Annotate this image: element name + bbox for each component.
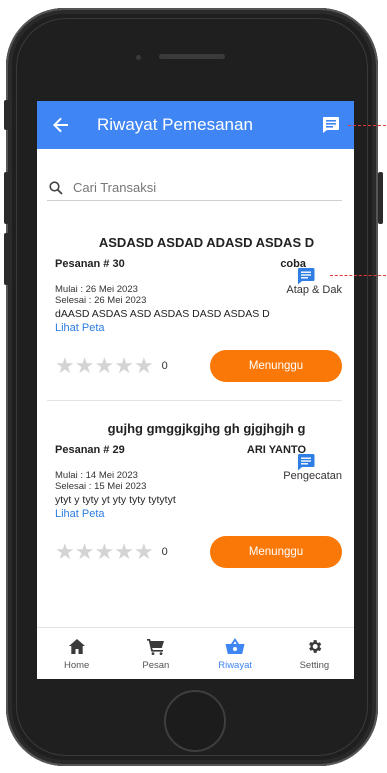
message-icon[interactable] <box>296 267 316 285</box>
order-end-date: Selesai : 15 Mei 2023 <box>55 481 147 492</box>
status-button[interactable]: Menunggu <box>210 350 342 382</box>
app-bar: Riwayat Pemesanan <box>37 101 354 149</box>
nav-label: Home <box>63 659 90 671</box>
order-dates-row: Mulai : 26 Mei 2023 Selesai : 26 Mei 202… <box>55 284 342 306</box>
message-icon[interactable] <box>320 114 342 136</box>
star-icon[interactable]: ★ <box>94 541 114 563</box>
order-card[interactable]: gujhg gmggjkgjhg gh gjgjhgjh g Pesanan #… <box>37 421 354 568</box>
order-category: Atap & Dak <box>286 284 342 296</box>
order-description: ytyt y tyty yt yty tyty tytytyt <box>55 494 176 506</box>
order-number: Pesanan # 29 <box>55 444 125 456</box>
phone-home-button[interactable] <box>164 690 226 752</box>
star-icon[interactable]: ★ <box>55 541 75 563</box>
phone-camera <box>136 55 141 60</box>
star-icon[interactable]: ★ <box>134 541 154 563</box>
nav-item-pesan[interactable]: Pesan <box>126 637 186 671</box>
home-icon <box>66 637 88 657</box>
order-card[interactable]: ASDASD ASDAD ADASD ASDAS D Pesanan # 30 … <box>37 235 354 382</box>
nav-item-riwayat[interactable]: Riwayat <box>205 637 265 671</box>
bottom-navigation: Home Pesan Riwayat Setting <box>37 627 354 679</box>
order-start-date: Mulai : 26 Mei 2023 <box>55 284 138 295</box>
app-screen: Riwayat Pemesanan ASDASD ASDAD ADASD ASD… <box>37 101 354 679</box>
nav-item-setting[interactable]: Setting <box>284 637 344 671</box>
order-title: gujhg gmggjkgjhg gh gjgjhgjh g <box>107 421 306 436</box>
gear-icon <box>303 637 325 657</box>
phone-volume-up <box>4 172 9 224</box>
order-title: ASDASD ASDAD ADASD ASDAS D <box>98 235 315 250</box>
phone-power-button <box>378 172 383 224</box>
order-dates-row: Mulai : 14 Mei 2023 Selesai : 15 Mei 202… <box>55 470 342 492</box>
nav-label: Pesan <box>142 659 170 671</box>
rating-stars[interactable]: ★ ★ ★ ★ ★ 0 <box>55 355 168 377</box>
star-icon[interactable]: ★ <box>55 355 75 377</box>
order-category: Pengecatan <box>283 470 342 482</box>
nav-item-home[interactable]: Home <box>47 637 107 671</box>
view-map-link[interactable]: Lihat Peta <box>55 508 342 520</box>
order-dates: Mulai : 14 Mei 2023 Selesai : 15 Mei 202… <box>55 470 146 492</box>
phone-volume-down <box>4 233 9 285</box>
order-footer: ★ ★ ★ ★ ★ 0 Menunggu <box>55 536 342 568</box>
star-icon[interactable]: ★ <box>75 541 95 563</box>
phone-speaker <box>159 54 225 59</box>
search-icon <box>47 179 65 197</box>
page-title: Riwayat Pemesanan <box>97 115 253 134</box>
search-input[interactable] <box>73 180 342 195</box>
status-button[interactable]: Menunggu <box>210 536 342 568</box>
star-icon[interactable]: ★ <box>134 355 154 377</box>
star-icon[interactable]: ★ <box>114 541 134 563</box>
search-bar <box>47 175 342 201</box>
annotation-line <box>348 125 386 126</box>
view-map-link[interactable]: Lihat Peta <box>55 322 342 334</box>
rating-count: 0 <box>161 546 168 558</box>
basket-icon <box>224 637 246 657</box>
nav-label: Riwayat <box>218 659 253 671</box>
phone-mute-switch <box>4 100 9 130</box>
order-description: dAASD ASDAS ASD ASDAS DASD ASDAS D <box>55 308 270 320</box>
order-footer: ★ ★ ★ ★ ★ 0 Menunggu <box>55 350 342 382</box>
order-number: Pesanan # 30 <box>55 258 125 270</box>
rating-count: 0 <box>161 360 168 372</box>
star-icon[interactable]: ★ <box>94 355 114 377</box>
card-divider <box>47 400 342 401</box>
star-icon[interactable]: ★ <box>75 355 95 377</box>
order-end-date: Selesai : 26 Mei 2023 <box>55 295 147 306</box>
order-start-date: Mulai : 14 Mei 2023 <box>55 470 138 481</box>
cart-icon <box>145 637 167 657</box>
annotation-line <box>330 275 386 276</box>
star-icon[interactable]: ★ <box>114 355 134 377</box>
rating-stars[interactable]: ★ ★ ★ ★ ★ 0 <box>55 541 168 563</box>
nav-label: Setting <box>299 659 330 671</box>
order-dates: Mulai : 26 Mei 2023 Selesai : 26 Mei 202… <box>55 284 146 306</box>
message-icon[interactable] <box>296 453 316 471</box>
arrow-left-icon[interactable] <box>51 115 71 135</box>
